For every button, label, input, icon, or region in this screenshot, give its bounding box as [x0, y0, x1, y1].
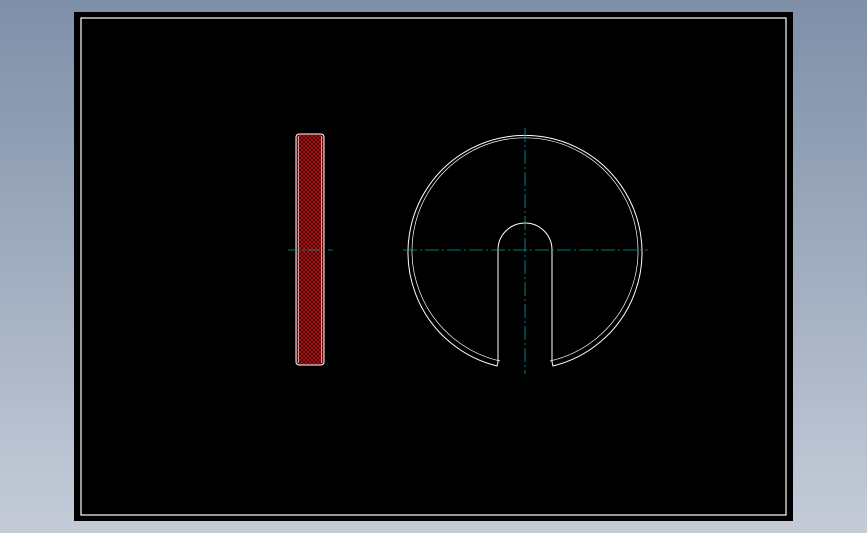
- front-disc-view: [403, 128, 648, 374]
- cad-drawing-canvas: [80, 17, 787, 516]
- section-hatch-area: [296, 134, 324, 365]
- drawing-frame-border: [80, 17, 787, 516]
- side-section-view: [288, 133, 333, 366]
